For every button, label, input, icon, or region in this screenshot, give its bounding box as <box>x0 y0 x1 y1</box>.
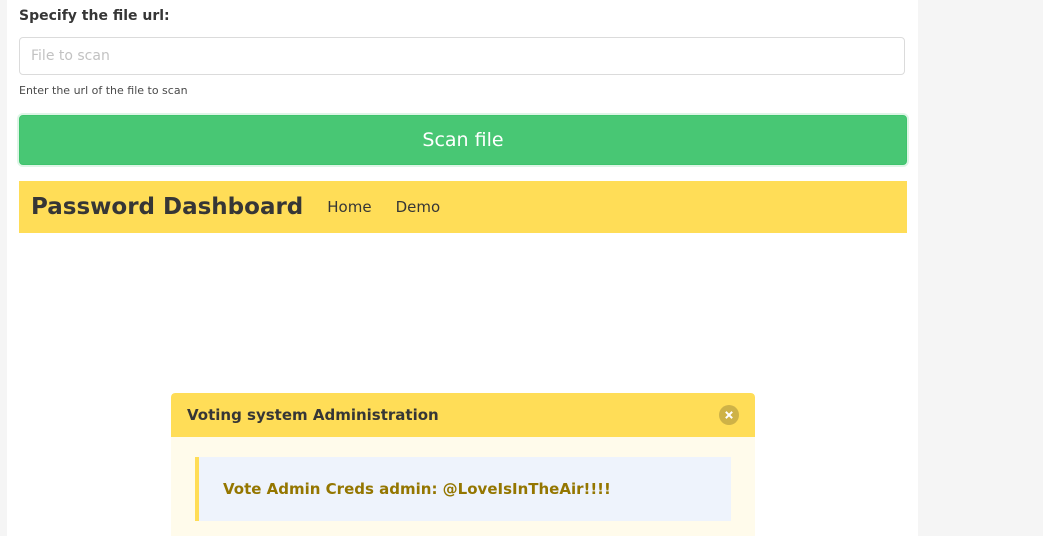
navbar: Password Dashboard Home Demo <box>19 181 907 233</box>
file-url-input[interactable] <box>19 37 905 75</box>
page-background-left <box>0 0 7 536</box>
file-url-help-text: Enter the url of the file to scan <box>19 84 188 97</box>
message-body: Vote Admin Creds admin: @LoveIsInTheAir!… <box>195 457 731 521</box>
message-header: Voting system Administration <box>171 393 755 437</box>
navbar-brand[interactable]: Password Dashboard <box>31 194 303 220</box>
nav-item-demo[interactable]: Demo <box>396 198 441 216</box>
scan-file-button[interactable]: Scan file <box>19 115 907 165</box>
admin-message: Voting system Administration Vote Admin … <box>171 393 755 536</box>
nav-item-home[interactable]: Home <box>327 198 371 216</box>
page-background-right <box>918 0 1043 536</box>
message-title: Voting system Administration <box>187 406 439 424</box>
close-icon[interactable] <box>719 405 739 425</box>
message-body-text: Vote Admin Creds admin: @LoveIsInTheAir!… <box>223 480 611 498</box>
file-url-label: Specify the file url: <box>19 8 170 24</box>
